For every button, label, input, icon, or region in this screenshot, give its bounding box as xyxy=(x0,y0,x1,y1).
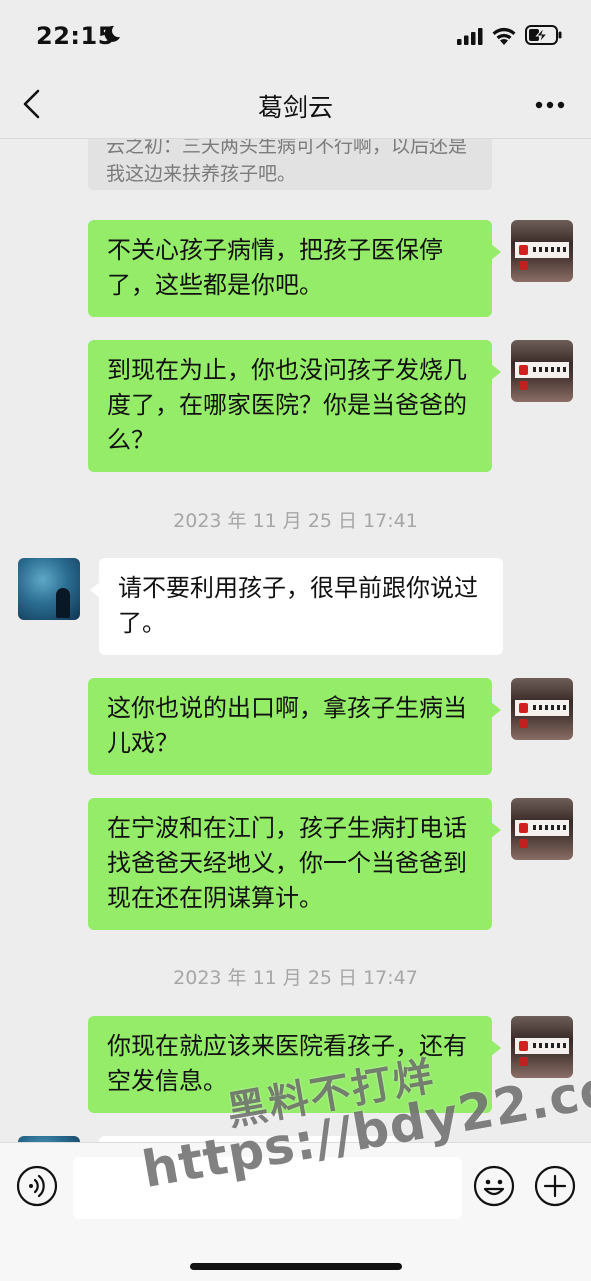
emoji-icon[interactable] xyxy=(473,1165,515,1207)
status-bar: 22:15 xyxy=(0,0,591,70)
cellular-signal-icon xyxy=(457,28,483,45)
chat-header: 葛剑云 xyxy=(0,70,591,139)
input-bar xyxy=(0,1142,591,1281)
message-timestamp: 2023 年 11 月 25 日 17:47 xyxy=(173,967,418,989)
voice-input-icon[interactable] xyxy=(16,1165,58,1207)
message-bubble-sent[interactable]: 你现在就应该来医院看孩子，还有空发信息。 xyxy=(88,1016,501,1113)
message-bubble-sent[interactable]: 这你也说的出口啊，拿孩子生病当儿戏？ xyxy=(88,678,501,775)
message-timestamp: 2023 年 11 月 25 日 17:41 xyxy=(173,510,418,532)
quoted-message[interactable]: 云之初：三天两头生病可不行啊，以后还是我这边来扶养孩子吧。 xyxy=(88,138,492,190)
my-avatar[interactable] xyxy=(511,220,573,282)
my-avatar[interactable] xyxy=(511,340,573,402)
chat-title: 葛剑云 xyxy=(257,93,333,122)
more-dots-icon[interactable] xyxy=(535,101,565,109)
contact-avatar[interactable] xyxy=(18,558,80,620)
my-avatar[interactable] xyxy=(511,798,573,860)
plus-circle-icon[interactable] xyxy=(534,1165,576,1207)
home-indicator xyxy=(190,1263,402,1270)
message-bubble-sent[interactable]: 在宁波和在江门，孩子生病打电话找爸爸天经地义，你一个当爸爸到现在还在阴谋算计。 xyxy=(88,798,501,930)
my-avatar[interactable] xyxy=(511,678,573,740)
message-input[interactable] xyxy=(73,1157,462,1219)
moon-icon xyxy=(104,25,120,42)
message-bubble-sent[interactable]: 不关心孩子病情，把孩子医保停了，这些都是你吧。 xyxy=(88,220,501,317)
battery-charging-icon xyxy=(525,25,562,45)
message-bubble-received[interactable]: 请不要利用孩子，很早前跟你说过了。 xyxy=(90,558,503,655)
message-bubble-sent[interactable]: 到现在为止，你也没问孩子发烧几度了，在哪家医院？你是当爸爸的么？ xyxy=(88,340,501,472)
chat-message-list[interactable]: 云之初：三天两头生病可不行啊，以后还是我这边来扶养孩子吧。 不关心孩子病情，把孩… xyxy=(0,138,591,1142)
my-avatar[interactable] xyxy=(511,1016,573,1078)
wifi-icon xyxy=(492,27,516,45)
